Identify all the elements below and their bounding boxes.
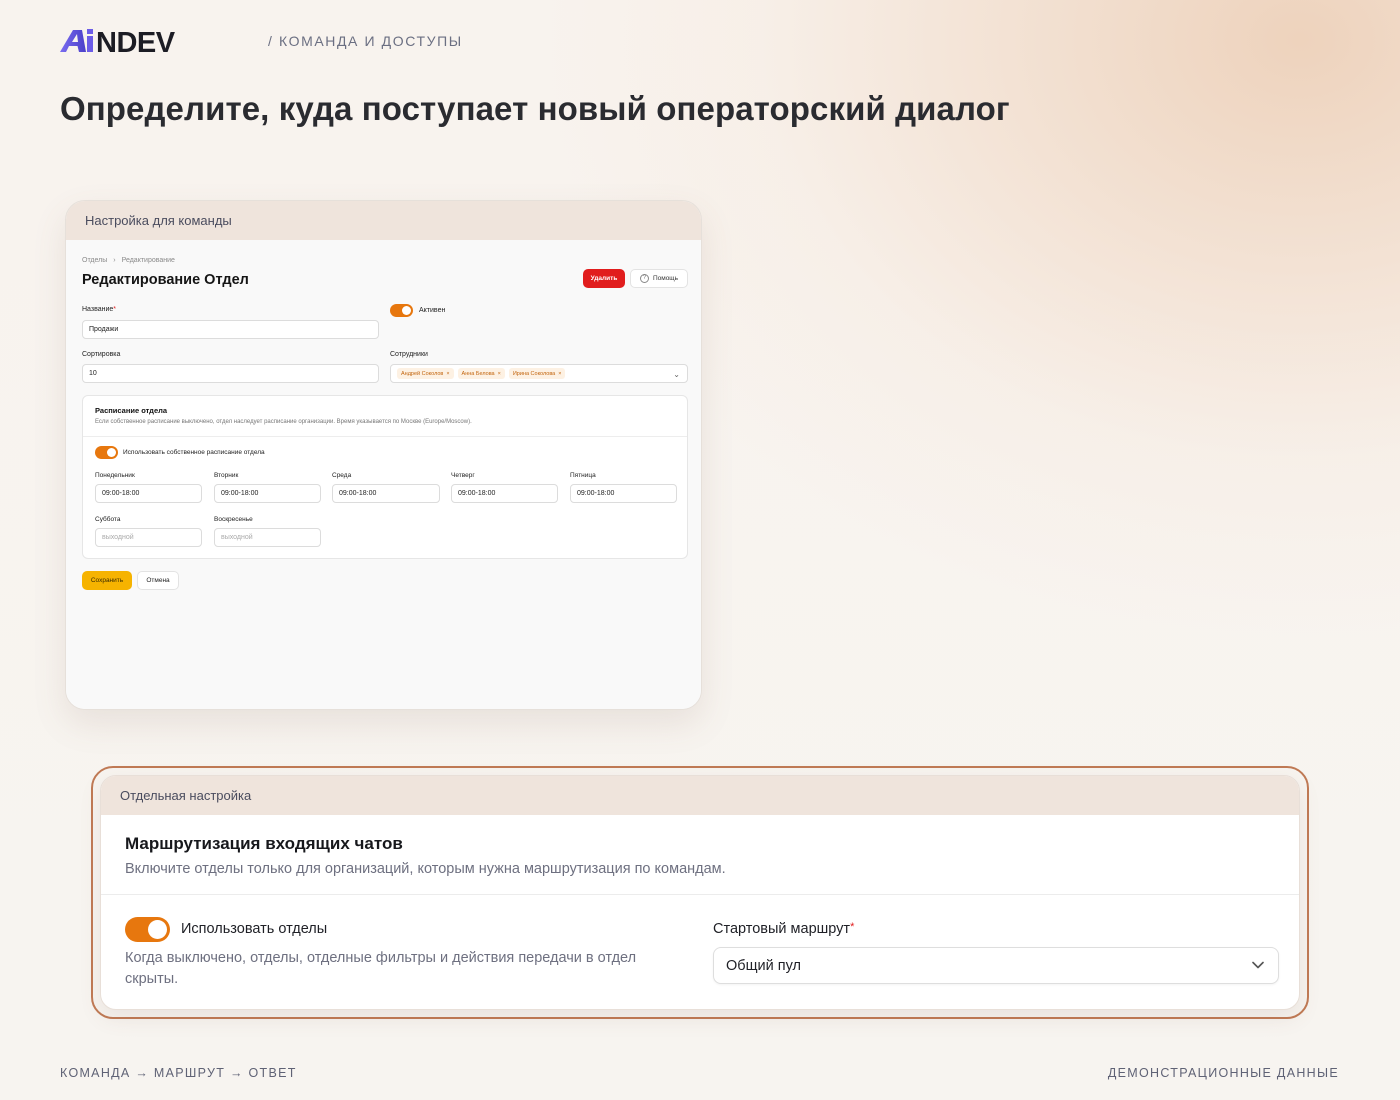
active-label: Активен bbox=[419, 307, 446, 314]
name-label: Название* bbox=[82, 306, 117, 313]
start-route-select[interactable]: Общий пул bbox=[713, 947, 1279, 984]
chevron-down-icon bbox=[1252, 961, 1264, 969]
day-input-thursday[interactable]: 09:00-18:00 bbox=[451, 484, 558, 503]
chip-remove-icon: × bbox=[558, 370, 562, 377]
employees-select[interactable]: Андрей Соколов × Анна Белова × Ирина Сокол… bbox=[390, 364, 688, 383]
question-icon: ? bbox=[639, 274, 649, 283]
setting-card-label: Отдельная настройка bbox=[101, 776, 1299, 815]
divider bbox=[83, 436, 687, 437]
day-label-wednesday: Среда bbox=[332, 472, 352, 479]
team-card-label: Настройка для команды bbox=[66, 201, 701, 240]
day-label-sunday: Воскресенье bbox=[214, 516, 253, 523]
chip-remove-icon: × bbox=[446, 370, 450, 377]
own-schedule-label: Использовать собственное расписание отде… bbox=[123, 449, 265, 456]
routing-description: Включите отделы только для организаций, … bbox=[125, 861, 726, 877]
crumb-departments[interactable]: Отделы bbox=[82, 257, 107, 264]
name-input[interactable]: Продажи bbox=[82, 320, 379, 339]
schedule-description: Если собственное расписание выключено, о… bbox=[95, 419, 472, 425]
footer-demo-note: ДЕМОНСТРАЦИОННЫЕ ДАННЫЕ bbox=[1107, 1066, 1339, 1080]
employee-chip[interactable]: Ирина Соколова × bbox=[508, 368, 566, 379]
use-departments-toggle[interactable] bbox=[125, 917, 170, 942]
start-route-label: Стартовый маршрут* bbox=[713, 921, 855, 937]
chip-remove-icon: × bbox=[497, 370, 501, 377]
team-settings-card: Настройка для команды Отделы › Редактиро… bbox=[65, 200, 702, 710]
day-input-sunday[interactable]: выходной bbox=[214, 528, 321, 547]
required-marker: * bbox=[850, 921, 855, 933]
crumb-editing: Редактирование bbox=[121, 257, 175, 264]
delete-button[interactable]: Удалить bbox=[583, 269, 625, 288]
sort-input[interactable]: 10 bbox=[82, 364, 379, 383]
section-breadcrumb: / КОМАНДА И ДОСТУПЫ bbox=[268, 33, 463, 49]
svg-text:NDEV: NDEV bbox=[96, 28, 176, 54]
use-departments-label: Использовать отделы bbox=[181, 921, 328, 937]
own-schedule-toggle[interactable] bbox=[95, 446, 118, 459]
help-label: Помощь bbox=[652, 275, 679, 282]
help-button[interactable]: ? Помощь bbox=[630, 269, 688, 288]
routing-setting-card: Отдельная настройка Маршрутизация входящ… bbox=[100, 775, 1300, 1010]
day-input-wednesday[interactable]: 09:00-18:00 bbox=[332, 484, 440, 503]
page-title: Определите, куда поступает новый операто… bbox=[60, 90, 1010, 127]
employee-chip[interactable]: Андрей Соколов × bbox=[397, 368, 454, 379]
schedule-panel: Расписание отдела Если собственное распи… bbox=[82, 395, 688, 559]
footer-flow: КОМАНДА → МАРШРУТ → ОТВЕТ bbox=[60, 1066, 297, 1080]
save-button[interactable]: Сохранить bbox=[82, 571, 132, 590]
department-edit-screenshot: Отделы › Редактирование Редактирование О… bbox=[66, 240, 701, 709]
day-label-tuesday: Вторник bbox=[214, 472, 239, 479]
employees-label: Сотрудники bbox=[390, 351, 428, 358]
routing-title: Маршрутизация входящих чатов bbox=[125, 834, 403, 853]
sort-label: Сортировка bbox=[82, 351, 121, 358]
day-label-thursday: Четверг bbox=[451, 472, 475, 479]
day-label-friday: Пятница bbox=[570, 472, 596, 479]
day-input-saturday[interactable]: выходной bbox=[95, 528, 202, 547]
day-label-saturday: Суббота bbox=[95, 516, 121, 523]
active-toggle[interactable] bbox=[390, 304, 413, 317]
day-input-friday[interactable]: 09:00-18:00 bbox=[570, 484, 677, 503]
day-input-tuesday[interactable]: 09:00-18:00 bbox=[214, 484, 321, 503]
day-label-monday: Понедельник bbox=[95, 472, 135, 479]
start-route-value: Общий пул bbox=[726, 957, 801, 974]
use-departments-description: Когда выключено, отделы, отделные фильтр… bbox=[125, 950, 637, 987]
screenshot-title: Редактирование Отдел bbox=[82, 272, 249, 288]
employee-chip[interactable]: Анна Белова × bbox=[457, 368, 505, 379]
screenshot-breadcrumb: Отделы › Редактирование bbox=[82, 257, 175, 264]
chevron-down-icon: ⌄ bbox=[673, 370, 680, 379]
aindev-logo: NDEV bbox=[60, 28, 242, 54]
cancel-button[interactable]: Отмена bbox=[137, 571, 179, 590]
crumb-separator-icon: › bbox=[113, 257, 116, 264]
schedule-title: Расписание отдела bbox=[95, 406, 168, 415]
day-input-monday[interactable]: 09:00-18:00 bbox=[95, 484, 202, 503]
divider bbox=[101, 894, 1299, 895]
